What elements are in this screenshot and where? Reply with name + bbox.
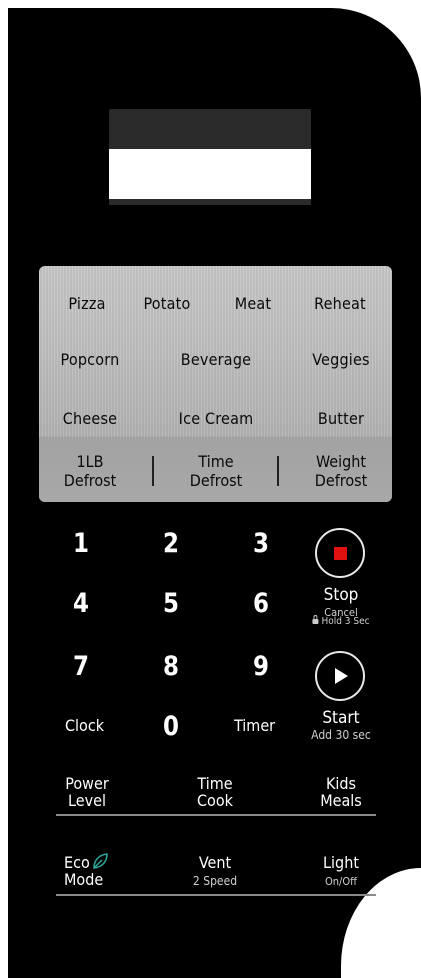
digit-9-button[interactable]: 9	[253, 651, 269, 682]
power-level-line1: Power	[65, 774, 109, 793]
timer-button[interactable]: Timer	[234, 716, 275, 735]
ice-cream-button[interactable]: Ice Cream	[179, 409, 254, 428]
vent-speed-label: 2 Speed	[192, 874, 238, 888]
play-icon	[335, 668, 348, 684]
weight-defrost-button[interactable]: Weight Defrost	[315, 452, 368, 490]
light-on-off-label: On/Off	[324, 875, 358, 888]
defrost-divider	[277, 456, 279, 486]
kids-meals-button[interactable]: Kids Meals	[320, 775, 362, 809]
eco-mode-button[interactable]: Eco Mode	[64, 852, 109, 888]
clock-button[interactable]: Clock	[65, 716, 104, 735]
potato-button[interactable]: Potato	[143, 294, 190, 313]
digit-3-button[interactable]: 3	[253, 528, 269, 559]
digit-2-button[interactable]: 2	[163, 528, 179, 559]
time-cook-button[interactable]: Time Cook	[197, 775, 233, 809]
vent-label: Vent	[198, 853, 232, 872]
hold-label: Hold 3 Sec	[312, 615, 370, 627]
stop-button[interactable]	[315, 528, 365, 578]
digit-6-button[interactable]: 6	[253, 588, 269, 619]
cheese-button[interactable]: Cheese	[63, 409, 117, 428]
start-label: Start	[322, 708, 360, 728]
row-divider	[56, 894, 376, 896]
display-bezel	[109, 109, 311, 149]
hold-text: Hold 3 Sec	[321, 616, 370, 627]
row-divider	[56, 814, 376, 816]
digit-8-button[interactable]: 8	[163, 651, 179, 682]
start-button[interactable]	[315, 651, 365, 701]
stop-label: Stop	[323, 585, 359, 605]
kids-meals-line2: Meals	[320, 791, 362, 810]
reheat-button[interactable]: Reheat	[314, 294, 366, 313]
butter-button[interactable]: Butter	[318, 409, 364, 428]
time-cook-line1: Time	[197, 774, 233, 793]
lock-icon	[312, 615, 319, 624]
one-lb-defrost-button[interactable]: 1LB Defrost	[64, 452, 117, 490]
meat-button[interactable]: Meat	[235, 294, 272, 313]
eco-mode-line2: Mode	[64, 870, 104, 889]
time-cook-line2: Cook	[197, 791, 233, 810]
veggies-button[interactable]: Veggies	[312, 350, 370, 369]
control-panel: Pizza Potato Meat Reheat Popcorn Beverag…	[8, 8, 421, 978]
power-level-line2: Level	[68, 791, 106, 810]
stop-icon	[334, 547, 347, 560]
beverage-button[interactable]: Beverage	[181, 350, 251, 369]
defrost-divider	[152, 456, 154, 486]
digit-5-button[interactable]: 5	[163, 588, 179, 619]
pizza-button[interactable]: Pizza	[68, 294, 105, 313]
time-defrost-button[interactable]: Time Defrost	[190, 452, 243, 490]
display-screen	[109, 149, 311, 199]
one-lb-defrost-line1: 1LB	[76, 452, 104, 471]
time-defrost-line2: Defrost	[189, 471, 243, 490]
auto-cook-panel: Pizza Potato Meat Reheat Popcorn Beverag…	[39, 266, 392, 502]
one-lb-defrost-line2: Defrost	[63, 471, 117, 490]
digit-1-button[interactable]: 1	[73, 528, 89, 559]
power-level-button[interactable]: Power Level	[65, 775, 108, 809]
weight-defrost-line1: Weight	[315, 452, 367, 471]
display-bezel-bottom	[109, 199, 311, 205]
leaf-icon	[93, 853, 108, 869]
weight-defrost-line2: Defrost	[314, 471, 368, 490]
light-label: Light	[323, 853, 359, 872]
popcorn-button[interactable]: Popcorn	[61, 350, 120, 369]
time-defrost-line1: Time	[198, 452, 234, 471]
digit-0-button[interactable]: 0	[163, 711, 179, 742]
digit-4-button[interactable]: 4	[73, 588, 89, 619]
digit-7-button[interactable]: 7	[73, 651, 89, 682]
kids-meals-line1: Kids	[325, 774, 357, 793]
add-30-sec-label: Add 30 sec	[311, 728, 371, 742]
